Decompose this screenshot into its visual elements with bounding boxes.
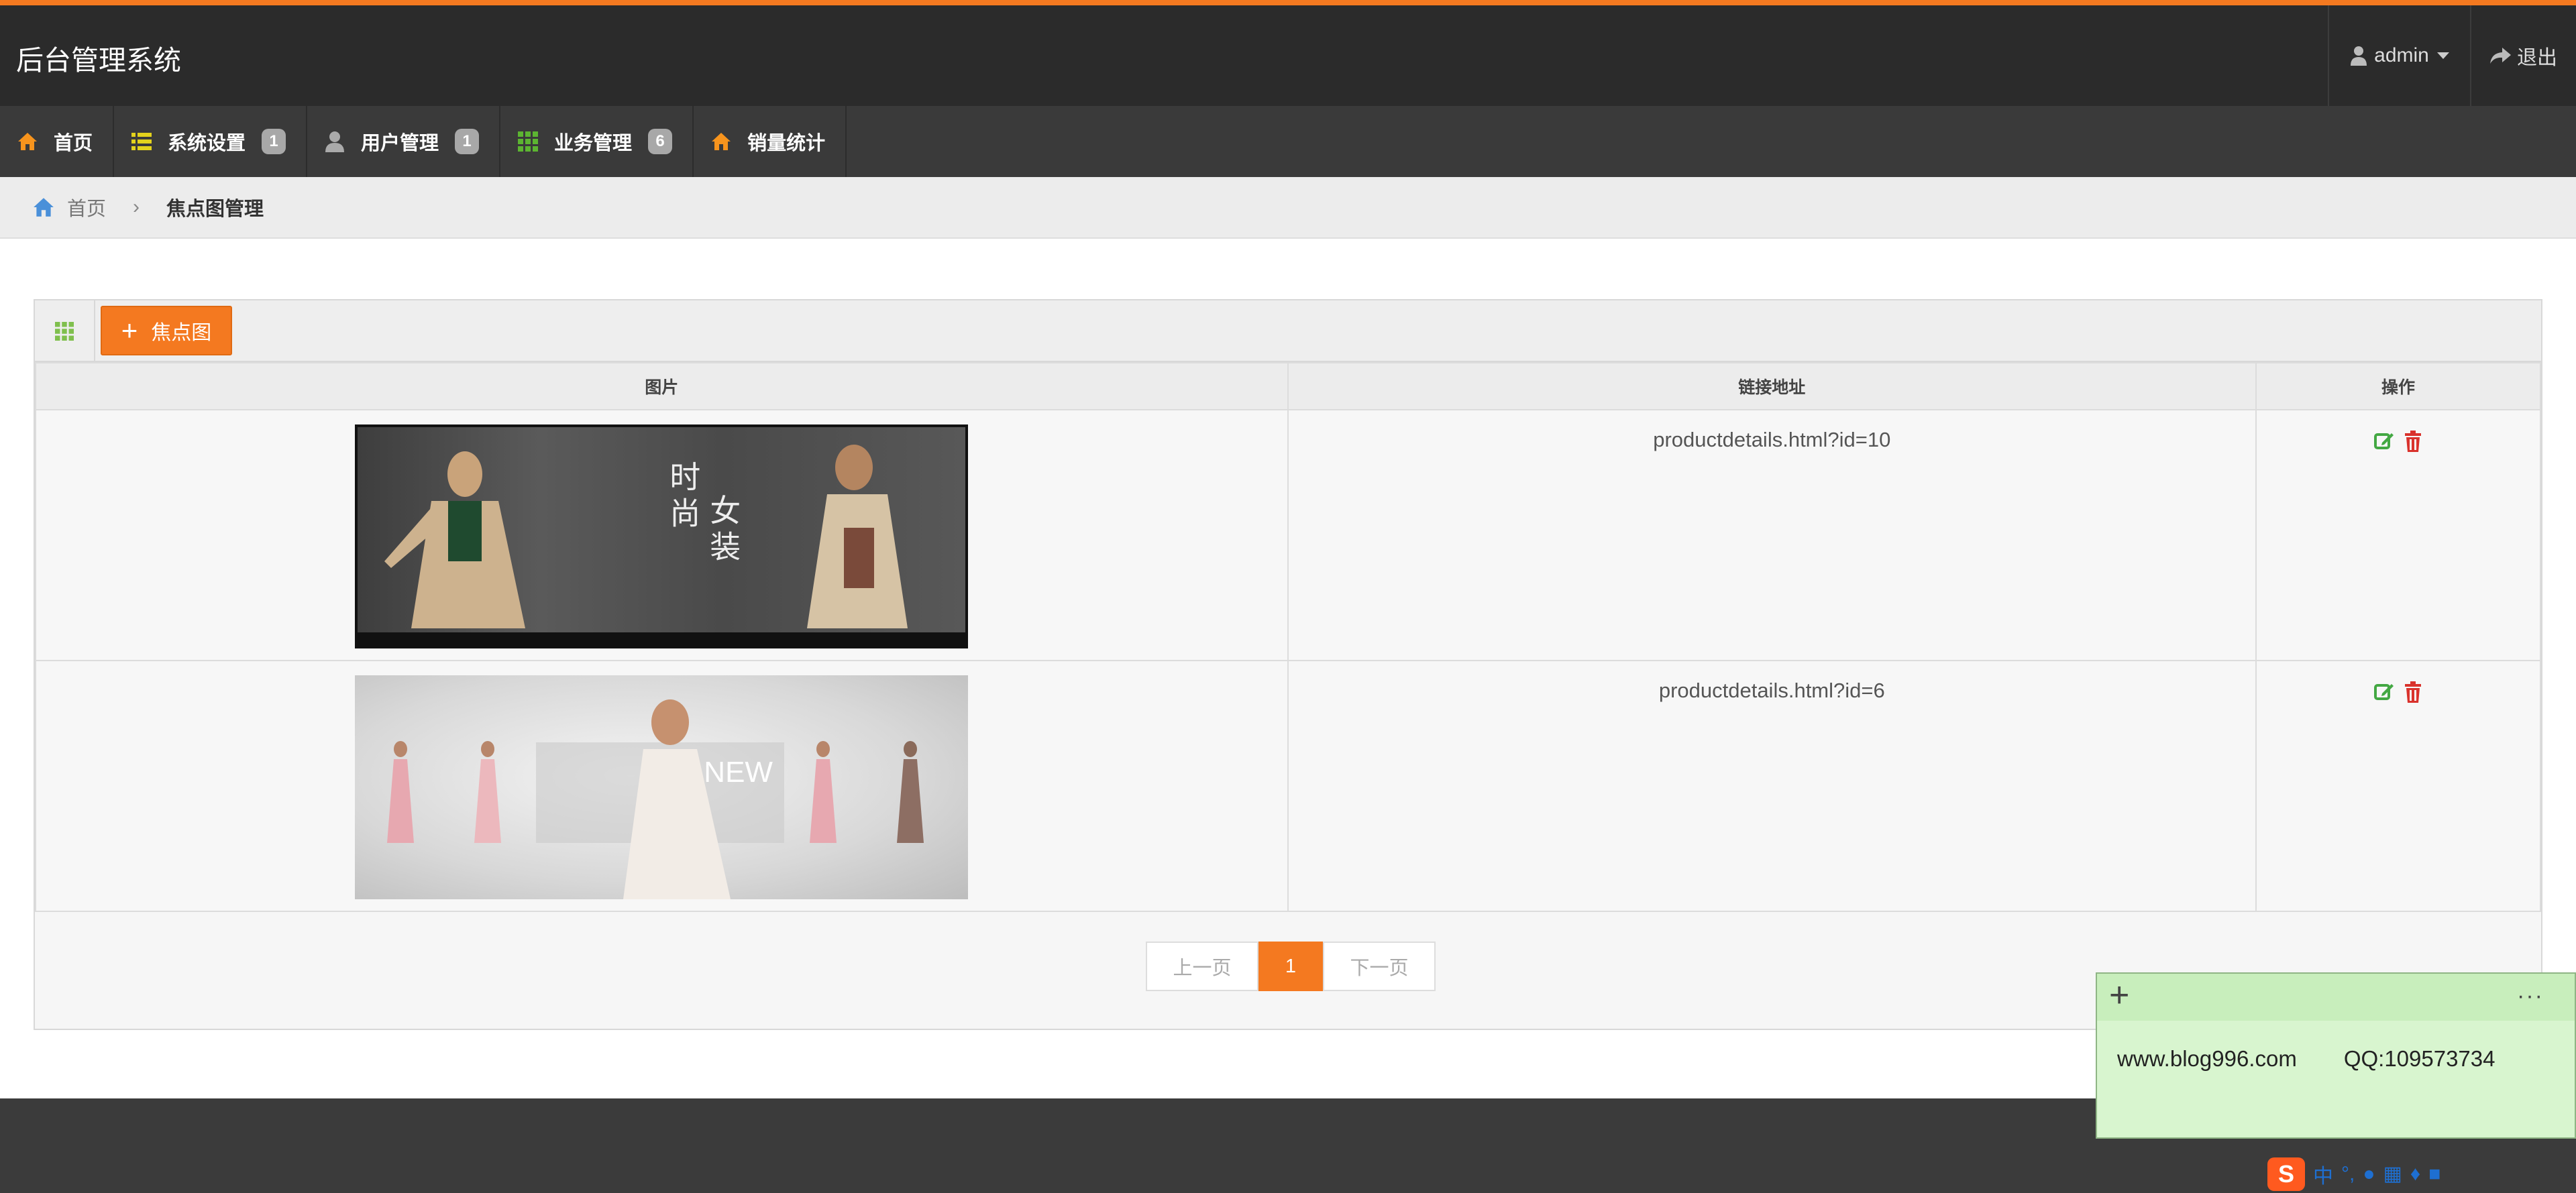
- chevron-right-icon: ›: [133, 196, 140, 218]
- link-cell: productdetails.html?id=6: [1287, 660, 2257, 912]
- nav-label: 用户管理: [361, 133, 439, 154]
- column-header-image: 图片: [35, 362, 1289, 410]
- sogou-logo-icon[interactable]: S: [2267, 1157, 2305, 1191]
- home-icon: [16, 130, 39, 153]
- share-icon: [2490, 48, 2511, 64]
- plus-icon[interactable]: +: [2109, 978, 2129, 1013]
- user-icon: [2351, 46, 2367, 66]
- table-header-row: 图片 链接地址 操作: [35, 362, 2542, 410]
- column-header-actions: 操作: [2255, 362, 2542, 410]
- nav-item-system-settings[interactable]: 系统设置 1: [114, 106, 308, 177]
- toolbar: + 焦点图: [35, 300, 2541, 362]
- toolbox-icon[interactable]: ■: [2428, 1163, 2440, 1186]
- logout-button[interactable]: 退出: [2470, 5, 2576, 106]
- sticky-note-body[interactable]: www.blog996.com QQ:109573734: [2117, 1046, 2496, 1072]
- link-cell: productdetails.html?id=10: [1287, 409, 2257, 661]
- add-button-label: 焦点图: [151, 322, 212, 344]
- nav-label: 业务管理: [554, 133, 633, 154]
- nav-item-sales-stats[interactable]: 销量统计: [694, 106, 847, 177]
- image-cell: 时尚 女装: [35, 409, 1289, 661]
- page-number-button[interactable]: 1: [1258, 942, 1323, 991]
- grid-icon: [55, 322, 74, 344]
- microphone-icon[interactable]: ●: [2363, 1163, 2375, 1186]
- prev-page-button[interactable]: 上一页: [1146, 942, 1258, 991]
- nav-item-home[interactable]: 首页: [0, 106, 115, 177]
- focus-image-table: 图片 链接地址 操作 时尚 女装 productdetails.html?id=…: [35, 362, 2542, 912]
- edit-icon[interactable]: [2373, 431, 2394, 455]
- breadcrumb-home-link[interactable]: 首页: [67, 193, 106, 221]
- actions-cell: [2255, 409, 2542, 661]
- nav-label: 系统设置: [168, 133, 246, 154]
- main-nav: 首页 系统设置 1 用户管理 1 业务管理 6 销量统计: [0, 106, 2576, 178]
- nav-label: 首页: [54, 133, 93, 154]
- content-panel: + 焦点图 图片 链接地址 操作 时尚 女装 productdetails.ht…: [34, 299, 2542, 1030]
- delete-icon[interactable]: [2404, 431, 2422, 455]
- actions-cell: [2255, 660, 2542, 912]
- column-header-link: 链接地址: [1287, 362, 2257, 410]
- user-icon: [323, 130, 346, 153]
- table-row: 时尚 女装 productdetails.html?id=10: [35, 409, 2542, 661]
- banner-image: NEW: [355, 675, 969, 899]
- count-badge: 6: [648, 129, 673, 154]
- toolbar-divider: [94, 300, 95, 362]
- grid-icon: [517, 130, 539, 153]
- pagination: 上一页 1 下一页: [1146, 942, 1436, 991]
- user-menu[interactable]: admin: [2328, 5, 2471, 106]
- next-page-button[interactable]: 下一页: [1323, 942, 1436, 991]
- breadcrumb-current: 焦点图管理: [166, 198, 264, 220]
- top-header: 后台管理系统 admin 退出: [0, 0, 2576, 106]
- image-cell: NEW: [35, 660, 1289, 912]
- chevron-down-icon: [2436, 52, 2449, 59]
- banner-text: NEW: [704, 756, 773, 789]
- count-badge: 1: [455, 129, 480, 154]
- note-qq-text: QQ:109573734: [2343, 1046, 2496, 1071]
- ime-tray: S 中 °, ● ▦ ♦ ■: [2267, 1155, 2440, 1193]
- nav-item-business-management[interactable]: 业务管理 6: [500, 106, 694, 177]
- skin-icon[interactable]: ♦: [2410, 1163, 2420, 1186]
- add-focus-image-button[interactable]: + 焦点图: [101, 306, 232, 355]
- sticky-note-header: + ···: [2097, 974, 2575, 1021]
- punctuation-icon[interactable]: °,: [2341, 1163, 2355, 1186]
- note-site-text: www.blog996.com: [2117, 1046, 2297, 1071]
- more-icon[interactable]: ···: [2517, 983, 2544, 1009]
- ime-language-indicator[interactable]: 中: [2313, 1159, 2333, 1189]
- logout-label: 退出: [2517, 47, 2557, 69]
- user-name: admin: [2374, 44, 2429, 66]
- plus-icon: +: [121, 315, 138, 346]
- breadcrumb: 首页 › 焦点图管理: [0, 177, 2576, 239]
- banner-image: 时尚 女装: [355, 424, 969, 648]
- count-badge: 1: [262, 129, 286, 154]
- home-icon: [34, 198, 54, 217]
- home-icon: [710, 130, 733, 153]
- app-title: 后台管理系统: [16, 45, 181, 76]
- sticky-note[interactable]: + ··· www.blog996.com QQ:109573734: [2096, 972, 2576, 1139]
- banner-text: 时尚: [665, 461, 702, 533]
- table-row: NEW productdetails.html?id=6: [35, 660, 2542, 912]
- banner-text: 女装: [705, 494, 742, 567]
- delete-icon[interactable]: [2404, 681, 2422, 706]
- list-icon: [130, 130, 153, 153]
- nav-label: 销量统计: [747, 133, 826, 154]
- keyboard-icon[interactable]: ▦: [2383, 1162, 2402, 1186]
- edit-icon[interactable]: [2373, 681, 2394, 706]
- nav-item-user-management[interactable]: 用户管理 1: [307, 106, 501, 177]
